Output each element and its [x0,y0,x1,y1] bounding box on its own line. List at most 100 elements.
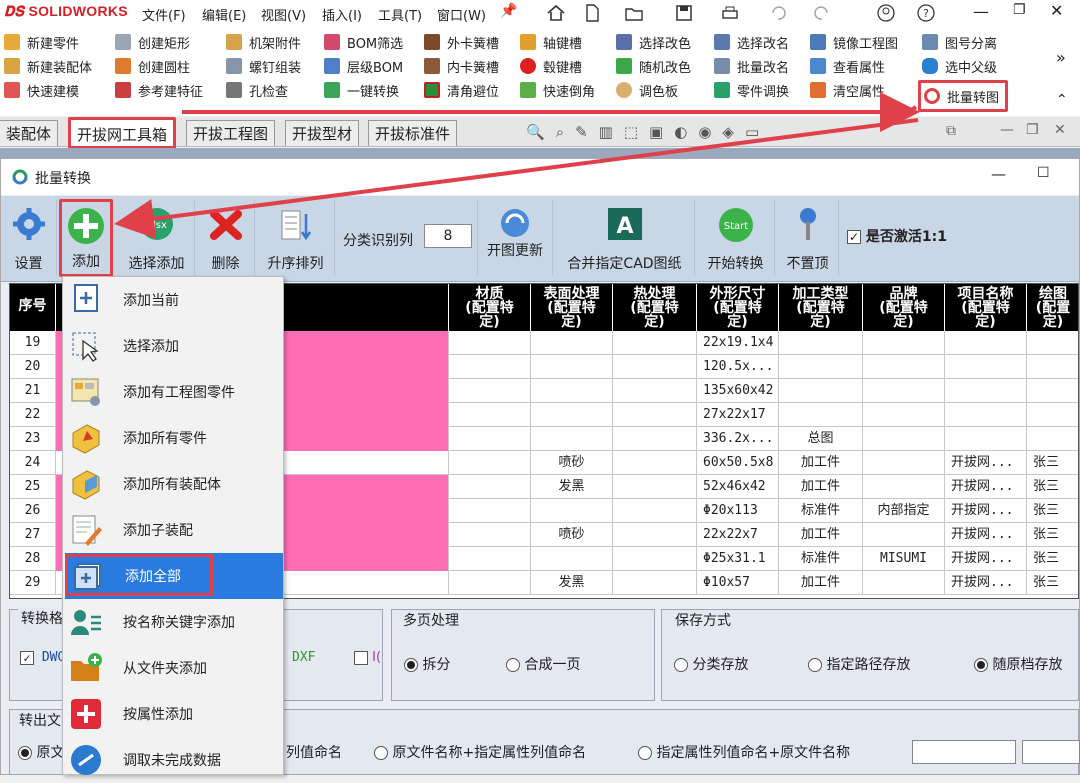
ribbon-collapse-icon[interactable]: ⌃ [1056,92,1068,108]
class-col-input[interactable]: 8 [424,224,472,248]
cell-size[interactable]: 120.5x... [697,355,779,379]
cmd-batch-convert[interactable]: 批量转图 [918,80,1008,112]
cell-surf[interactable] [531,403,613,427]
cell-mat[interactable] [449,403,531,427]
sort-button[interactable]: 升序排列 [257,200,335,276]
naming-radio-col-plus-orig[interactable]: 指定属性列值命名+原文件名称 [638,742,850,762]
cell-size[interactable]: Φ25x31.1 [697,547,779,571]
ribbon-expand-icon[interactable]: » [1056,48,1066,67]
cmd-drawing-number-split[interactable]: 图号分离 [922,30,997,54]
cmd-one-click-convert[interactable]: 一键转换 [324,78,403,102]
cell-no[interactable]: 25 [10,475,56,499]
tab-kaiba-toolbox[interactable]: 开拔网工具箱 [68,117,177,149]
cmd-view-props[interactable]: 查看属性 [810,54,898,78]
cmd-new-part[interactable]: 新建零件 [4,30,92,54]
cell-brand[interactable] [863,451,945,475]
cell-size[interactable]: 27x22x17 [697,403,779,427]
activate-checkbox[interactable]: ✓ 是否激活1:1 [847,226,947,246]
cell-type[interactable]: 标准件 [779,499,863,523]
cell-draw[interactable] [1027,379,1078,403]
window-maximize-icon[interactable]: ❐ [1026,122,1039,138]
previous-view-icon[interactable]: ✎ [575,123,588,141]
hide-show-icon[interactable]: ◉ [698,123,711,141]
settings-button[interactable]: 设置 [1,200,57,276]
scene-icon[interactable]: ▭ [745,123,759,141]
new-file-icon[interactable] [582,3,602,23]
redo-icon[interactable] [812,3,832,23]
zoom-area-icon[interactable]: ⌕ [556,123,564,141]
col-header-material[interactable]: 材质 (配置特 定) [449,284,531,331]
cell-no[interactable]: 19 [10,331,56,355]
cell-no[interactable]: 29 [10,571,56,595]
cmd-shaft-key[interactable]: 轴键槽 [520,30,595,54]
menu-add-all[interactable]: 添加全部 [65,553,283,599]
cell-brand[interactable] [863,355,945,379]
menu-add-all-assemblies[interactable]: 添加所有装配体 [63,461,283,507]
cell-mat[interactable] [449,547,531,571]
cell-heat[interactable] [613,451,697,475]
cell-surf[interactable]: 发黑 [531,571,613,595]
cmd-select-color[interactable]: 选择改色 [616,30,691,54]
cell-surf[interactable] [531,355,613,379]
save-icon[interactable] [674,3,694,23]
split-radio[interactable]: 拆分 [404,654,450,674]
cell-mat[interactable] [449,451,531,475]
cell-heat[interactable] [613,403,697,427]
cell-no[interactable]: 28 [10,547,56,571]
cell-type[interactable]: 加工件 [779,475,863,499]
menu-add-current[interactable]: 添加当前 [63,277,283,323]
add-button[interactable]: 添加 [59,199,113,277]
cell-mat[interactable] [449,571,531,595]
cell-brand[interactable] [863,331,945,355]
cmd-clear-corner[interactable]: 清角避位 [424,78,499,102]
user-icon[interactable] [876,3,896,23]
display-style-icon[interactable]: ◐ [674,123,687,141]
tab-kaiba-drawing[interactable]: 开拔工程图 [186,120,276,146]
cmd-ref-feature[interactable]: 参考建特征 [115,78,203,102]
view-orientation-icon[interactable]: ▣ [649,123,663,141]
cell-proj[interactable]: 开拔网... [945,523,1027,547]
naming-input-1[interactable] [912,740,1016,764]
cell-draw[interactable] [1027,427,1078,451]
cell-proj[interactable]: 开拔网... [945,571,1027,595]
dialog-maximize-icon[interactable]: ☐ [1037,165,1050,181]
with-source-radio[interactable]: 随原档存放 [974,654,1062,674]
home-icon[interactable] [546,3,566,23]
pin-top-button[interactable]: 不置顶 [777,200,839,276]
zoom-fit-icon[interactable]: 🔍 [526,123,545,141]
minimize-icon[interactable]: — [973,2,989,21]
dynamic-annotation-icon[interactable]: ⬚ [624,123,638,141]
naming-radio-orig-plus-col[interactable]: 原文件名称+指定属性列值命名 [374,742,586,762]
cmd-level-bom[interactable]: 层级BOM [324,54,403,78]
refresh-button[interactable]: 开图更新 [477,200,553,276]
dxf-checkbox[interactable]: DXF [292,650,315,665]
cell-type[interactable]: 加工件 [779,571,863,595]
cmd-inner-groove[interactable]: 内卡簧槽 [424,54,499,78]
menu-view[interactable]: 视图(V) [261,5,306,24]
close-icon[interactable]: ✕ [1050,1,1063,20]
cell-heat[interactable] [613,523,697,547]
menu-add-from-folder[interactable]: 从文件夹添加 [63,645,283,691]
delete-button[interactable]: 删除 [197,200,255,276]
cell-brand[interactable] [863,427,945,451]
menu-file[interactable]: 文件(F) [142,5,186,24]
cell-surf[interactable] [531,499,613,523]
cell-mat[interactable] [449,499,531,523]
cell-surf[interactable] [531,547,613,571]
cell-draw[interactable] [1027,403,1078,427]
cell-no[interactable]: 20 [10,355,56,379]
cell-draw[interactable]: 张三 [1027,547,1078,571]
select-add-button[interactable]: xlsx 选择添加 [119,200,195,276]
cell-brand[interactable] [863,379,945,403]
cell-draw[interactable]: 张三 [1027,571,1078,595]
cell-heat[interactable] [613,331,697,355]
cell-size[interactable]: 22x19.1x4 [697,331,779,355]
naming-radio-original[interactable]: 原文 [18,742,64,762]
cmd-mirror-drawing[interactable]: 镜像工程图 [810,30,898,54]
cell-proj[interactable] [945,379,1027,403]
dwg-checkbox[interactable]: ✓ DWG [20,650,65,665]
open-folder-icon[interactable] [624,3,644,23]
menu-load-unfinished[interactable]: 调取未完成数据 [63,737,283,783]
col-header-drawer[interactable]: 绘图 (配置 定) [1027,284,1078,331]
cmd-new-assembly[interactable]: 新建装配体 [4,54,92,78]
